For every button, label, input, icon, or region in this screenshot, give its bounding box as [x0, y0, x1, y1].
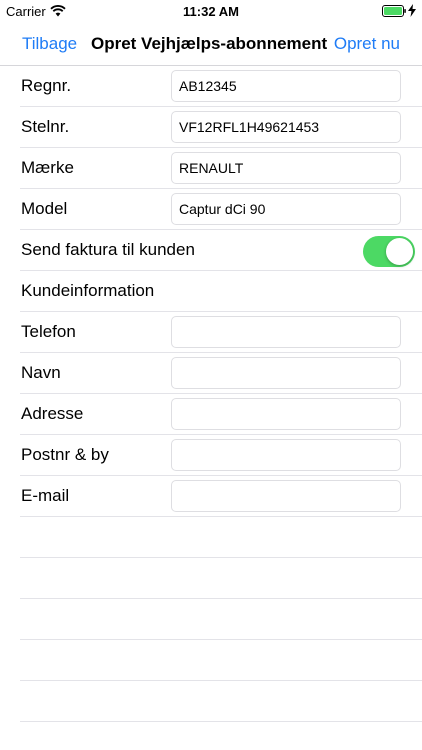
form-row-postnr: Postnr & by: [20, 435, 422, 476]
postnr-input[interactable]: [171, 439, 401, 471]
empty-row: [20, 681, 422, 722]
form-row-email: E-mail: [20, 476, 422, 517]
customer-info-heading: Kundeinformation: [21, 281, 155, 300]
form-row-adresse: Adresse: [20, 394, 422, 435]
empty-row: [20, 517, 422, 558]
email-input[interactable]: [171, 480, 401, 512]
charging-bolt-icon: [408, 4, 416, 17]
send-invoice-toggle[interactable]: [363, 236, 415, 267]
back-button[interactable]: Tilbage: [22, 34, 77, 54]
toggle-knob: [386, 238, 413, 265]
battery-icon: [382, 5, 406, 17]
status-time: 11:32 AM: [183, 4, 239, 19]
navn-input[interactable]: [171, 357, 401, 389]
empty-row: [20, 599, 422, 640]
form-row-model: Model: [20, 189, 422, 230]
regnr-label: Regnr.: [21, 76, 72, 95]
stelnr-input[interactable]: [171, 111, 401, 143]
form-row-navn: Navn: [20, 353, 422, 394]
form-row-regnr: Regnr.: [20, 66, 422, 107]
regnr-input[interactable]: [171, 70, 401, 102]
subscription-form: Regnr. Stelnr. Mærke Model Send faktura …: [0, 66, 422, 722]
maerke-input[interactable]: [171, 152, 401, 184]
maerke-label: Mærke: [21, 158, 74, 177]
form-row-stelnr: Stelnr.: [20, 107, 422, 148]
navn-label: Navn: [21, 363, 61, 382]
model-input[interactable]: [171, 193, 401, 225]
telefon-label: Telefon: [21, 322, 76, 341]
adresse-label: Adresse: [21, 404, 84, 423]
stelnr-label: Stelnr.: [21, 117, 70, 136]
form-row-maerke: Mærke: [20, 148, 422, 189]
form-row-telefon: Telefon: [20, 312, 422, 353]
telefon-input[interactable]: [171, 316, 401, 348]
send-invoice-label: Send faktura til kunden: [21, 240, 195, 259]
navigation-bar: Tilbage Opret Vejhjælps-abonnement Opret…: [0, 22, 422, 66]
model-label: Model: [21, 199, 68, 218]
customer-info-header-row: Kundeinformation: [20, 271, 422, 312]
create-now-button[interactable]: Opret nu: [334, 34, 400, 54]
postnr-label: Postnr & by: [21, 445, 109, 464]
empty-row: [20, 558, 422, 599]
empty-row: [20, 640, 422, 681]
adresse-input[interactable]: [171, 398, 401, 430]
form-row-send-invoice: Send faktura til kunden: [20, 230, 422, 271]
page-title: Opret Vejhjælps-abonnement: [91, 34, 328, 53]
status-bar: Carrier 11:32 AM: [0, 0, 422, 22]
email-label: E-mail: [21, 486, 70, 505]
